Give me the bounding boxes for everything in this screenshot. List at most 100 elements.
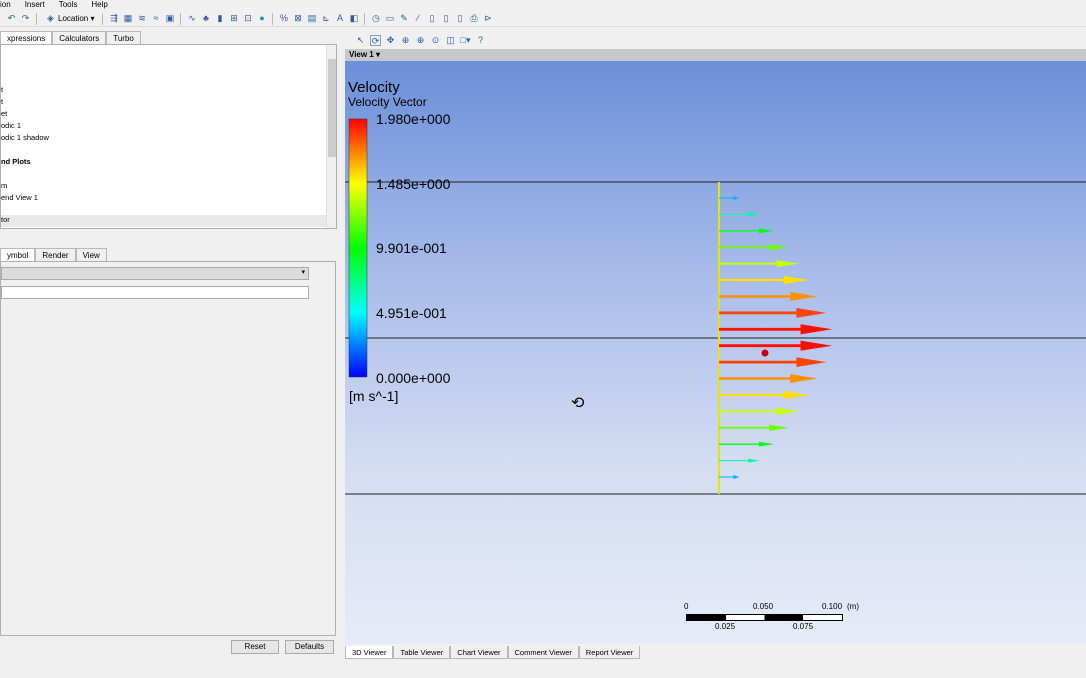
scale-label: 0.100: [822, 602, 843, 611]
expression-icon[interactable]: ⊠: [292, 13, 303, 24]
tree-item[interactable]: et: [1, 109, 7, 118]
menu-insert[interactable]: Insert: [25, 0, 45, 10]
velocity-vector: [719, 228, 775, 234]
scale-bar: 0 0.050 0.100 (m) 0.025 0.075: [684, 602, 859, 632]
tab-calculators[interactable]: Calculators: [52, 31, 107, 44]
velocity-vector: [719, 407, 800, 415]
velocity-vector: [719, 244, 789, 251]
fit-view-icon[interactable]: ◫: [445, 35, 456, 46]
rotate-cursor-icon: ⟲: [571, 395, 585, 412]
scale-label: 0.025: [715, 622, 736, 631]
zoom-fit-icon[interactable]: ⊙: [430, 35, 441, 46]
tab-chart-viewer[interactable]: Chart Viewer: [450, 646, 508, 659]
velocity-vector: [719, 308, 827, 318]
contour-icon[interactable]: ▦: [122, 13, 133, 24]
legend-tick: 1.485e+000: [376, 176, 451, 192]
macro-icon[interactable]: ▯: [426, 13, 437, 24]
view-selector[interactable]: View 1 ▾: [345, 49, 1086, 61]
export-icon[interactable]: ▯: [454, 13, 465, 24]
3d-viewport[interactable]: Velocity Velocity Vector 1.980e+000 1.48…: [345, 61, 1086, 644]
help-icon[interactable]: ?: [475, 35, 486, 46]
location-button[interactable]: ◈ Location ▾: [42, 13, 97, 24]
timestep-icon[interactable]: ◷: [370, 13, 381, 24]
legend-tick: 0.000e+000: [376, 370, 451, 386]
legend-tick: 4.951e-001: [376, 305, 447, 321]
scale-bar-graphic: [686, 614, 843, 621]
scale-label: 0.050: [753, 602, 774, 611]
details-panel: ▾: [0, 261, 336, 636]
scale-unit: (m): [847, 602, 859, 611]
menu-tools[interactable]: Tools: [59, 0, 78, 10]
color-map-icon[interactable]: ●: [256, 13, 267, 24]
chart-icon[interactable]: ⊾: [320, 13, 331, 24]
symbol-icon[interactable]: ♣: [200, 13, 211, 24]
command-icon[interactable]: ⊳: [482, 13, 493, 24]
legend-title: Velocity: [348, 79, 400, 96]
vector-icon[interactable]: ⇶: [108, 13, 119, 24]
tree-item[interactable]: t: [1, 97, 3, 106]
legend-unit: [m s^-1]: [349, 388, 399, 404]
coordinate-frame-icon[interactable]: ▮: [214, 13, 225, 24]
isosurface-icon[interactable]: ∿: [186, 13, 197, 24]
animation-icon[interactable]: ▭: [384, 13, 395, 24]
streamline-icon[interactable]: ≋: [136, 13, 147, 24]
figure-icon[interactable]: ◧: [348, 13, 359, 24]
instance-transform-icon[interactable]: ⊡: [242, 13, 253, 24]
zoom-icon[interactable]: ⊕: [400, 35, 411, 46]
comment-icon[interactable]: A: [334, 13, 345, 24]
main-toolbar: ↶ ↷ ◈ Location ▾ ⇶ ▦ ≋ ≈ ▣ ∿ ♣ ▮ ⊞ ⊡ ● % …: [0, 11, 1086, 27]
quick-editor-icon[interactable]: ✎: [398, 13, 409, 24]
tree-scrollbar[interactable]: [326, 45, 336, 228]
select-icon[interactable]: ↖: [355, 35, 366, 46]
pan-icon[interactable]: ✥: [385, 35, 396, 46]
zoom-box-icon[interactable]: ⊕: [415, 35, 426, 46]
menu-help[interactable]: Help: [91, 0, 107, 10]
report-icon[interactable]: ▯: [440, 13, 451, 24]
particle-track-icon[interactable]: ≈: [150, 13, 161, 24]
viewport-canvas: [345, 118, 1086, 495]
menu-bar: ion Insert Tools Help: [0, 0, 1086, 10]
tab-symbol[interactable]: ymbol: [0, 248, 36, 261]
velocity-vector: [719, 292, 818, 301]
tree-item[interactable]: odic 1: [1, 121, 21, 130]
viewport-layout-icon[interactable]: □▾: [460, 35, 471, 46]
tab-render[interactable]: Render: [35, 248, 76, 261]
reset-button[interactable]: Reset: [231, 640, 279, 654]
probe-icon[interactable]: ⁄: [412, 13, 423, 24]
tab-comment-viewer[interactable]: Comment Viewer: [507, 646, 579, 659]
tree-item[interactable]: end View 1: [1, 193, 38, 202]
symbol-dropdown[interactable]: ▾: [1, 267, 309, 280]
viewer-tabs: 3D Viewer Table Viewer Chart Viewer Comm…: [345, 646, 641, 659]
velocity-vector: [719, 458, 760, 463]
undo-icon[interactable]: ↶: [6, 13, 17, 24]
tab-expressions[interactable]: xpressions: [0, 31, 53, 44]
redo-icon[interactable]: ↷: [20, 13, 31, 24]
tab-turbo[interactable]: Turbo: [106, 31, 141, 44]
legend-tick: 1.980e+000: [376, 111, 451, 127]
tab-report-viewer[interactable]: Report Viewer: [578, 646, 641, 659]
print-icon[interactable]: ⎙: [468, 13, 479, 24]
tab-3d-viewer[interactable]: 3D Viewer: [345, 646, 394, 659]
viewer-toolbar: ↖ ⟳ ✥ ⊕ ⊕ ⊙ ◫ □▾ ?: [345, 31, 1086, 49]
tree-item[interactable]: m: [1, 181, 7, 190]
variable-icon[interactable]: %: [278, 13, 289, 24]
menu-view[interactable]: ion: [0, 0, 11, 10]
tree-item[interactable]: t: [1, 85, 3, 94]
defaults-button[interactable]: Defaults: [285, 640, 334, 654]
tab-view[interactable]: View: [75, 248, 107, 261]
tree-item[interactable]: odic 1 shadow: [1, 133, 49, 142]
tree-item-selected[interactable]: tor: [1, 215, 327, 227]
left-tabs: xpressions Calculators Turbo: [0, 31, 141, 44]
tab-table-viewer[interactable]: Table Viewer: [393, 646, 451, 659]
table-icon[interactable]: ▤: [306, 13, 317, 24]
velocity-vector: [719, 276, 810, 285]
scroll-thumb[interactable]: [328, 59, 336, 157]
volume-rendering-icon[interactable]: ▣: [164, 13, 175, 24]
symbol-size-input[interactable]: [1, 286, 309, 299]
rotate-icon[interactable]: ⟳: [370, 34, 381, 46]
legend-icon[interactable]: ⊞: [228, 13, 239, 24]
tree-item[interactable]: nd Plots: [1, 157, 31, 166]
velocity-vector: [719, 324, 833, 335]
location-icon: ◈: [47, 13, 54, 23]
velocity-vector: [719, 475, 740, 479]
